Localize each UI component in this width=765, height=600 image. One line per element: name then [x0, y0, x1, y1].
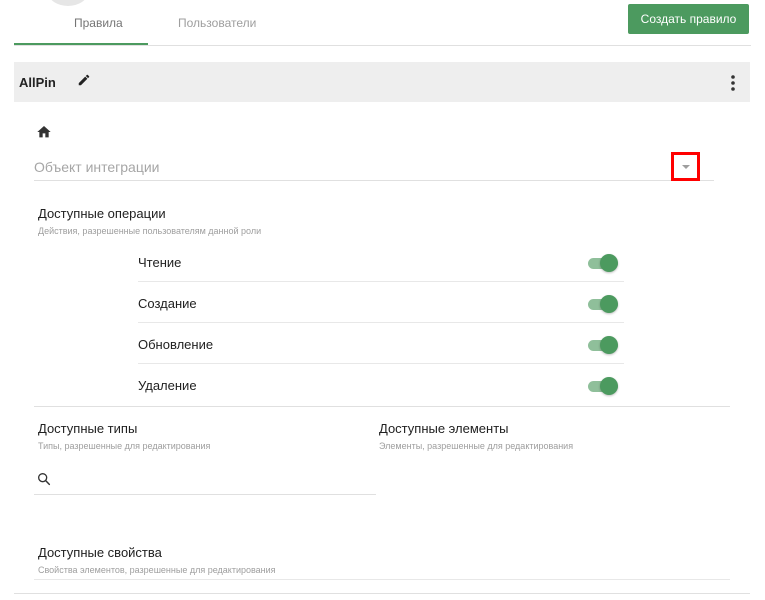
operations-title: Доступные операции [38, 206, 166, 221]
integration-object-input[interactable] [34, 157, 654, 177]
top-bar: Правила Пользователи Создать правило [0, 0, 765, 46]
create-toggle[interactable] [588, 295, 618, 313]
more-vert-icon[interactable] [728, 74, 738, 92]
properties-subtitle: Свойства элементов, разрешенные для реда… [38, 565, 276, 575]
home-icon[interactable] [36, 124, 52, 140]
rule-title: AllPin [19, 75, 56, 90]
edit-icon[interactable] [77, 73, 91, 87]
tabs-divider [14, 45, 751, 46]
types-subtitle: Типы, разрешенные для редактирования [38, 441, 211, 451]
avatar [48, 0, 88, 6]
card-header: AllPin [14, 62, 750, 102]
operation-label: Чтение [138, 255, 182, 270]
delete-toggle[interactable] [588, 377, 618, 395]
integration-underline [34, 180, 714, 181]
types-search-underline [34, 494, 376, 495]
create-rule-button[interactable]: Создать правило [628, 4, 749, 34]
update-toggle[interactable] [588, 336, 618, 354]
properties-divider [34, 579, 730, 580]
read-toggle[interactable] [588, 254, 618, 272]
elements-title: Доступные элементы [379, 421, 509, 436]
operation-row-create: Создание [138, 282, 624, 323]
tab-users[interactable]: Пользователи [178, 16, 256, 30]
operation-label: Создание [138, 296, 197, 311]
tab-rules[interactable]: Правила [74, 16, 123, 30]
operation-label: Обновление [138, 337, 214, 352]
types-title: Доступные типы [38, 421, 138, 436]
operation-label: Удаление [138, 378, 197, 393]
operation-row-delete: Удаление [138, 364, 624, 405]
operation-row-read: Чтение [138, 241, 624, 282]
elements-subtitle: Элементы, разрешенные для редактирования [379, 441, 574, 451]
rule-card: AllPin Доступные операции Действия, разр… [14, 62, 750, 594]
operation-row-update: Обновление [138, 323, 624, 364]
properties-title: Доступные свойства [38, 545, 162, 560]
operations-divider [34, 406, 730, 407]
operations-subtitle: Действия, разрешенные пользователям данн… [38, 226, 262, 236]
dropdown-arrow-icon [681, 164, 690, 169]
search-icon[interactable] [36, 471, 52, 487]
integration-dropdown-button[interactable] [671, 152, 700, 181]
